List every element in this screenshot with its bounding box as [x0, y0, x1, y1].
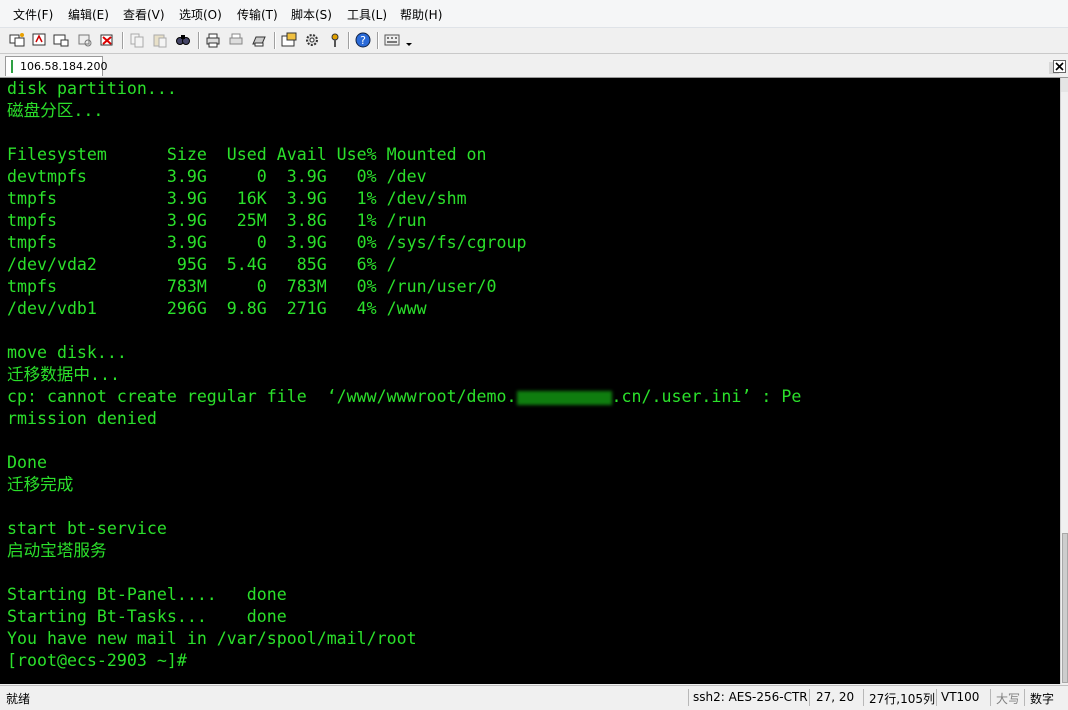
copy-icon[interactable]	[128, 31, 146, 49]
cp-error-suffix: .cn/.user.ini’ : Pe	[611, 387, 802, 406]
terminal-line: tmpfs 3.9G 16K 3.9G 1% /dev/shm	[7, 189, 467, 208]
status-cursor-position: 27, 20	[816, 690, 855, 704]
global-options-icon[interactable]	[303, 31, 321, 49]
status-separator	[936, 689, 937, 706]
cp-error-prefix: cp: cannot create regular file ‘/www/www…	[7, 387, 517, 406]
scrollbar-thumb[interactable]	[1062, 533, 1068, 683]
menu-script[interactable]: 脚本(S)	[291, 6, 332, 23]
menu-transfer[interactable]: 传输(T)	[237, 6, 278, 23]
print-icon[interactable]	[204, 31, 222, 49]
status-separator	[809, 689, 810, 706]
terminal-line: /dev/vda2 95G 5.4G 85G 6% /	[7, 255, 397, 274]
terminal-line: You have new mail in /var/spool/mail/roo…	[7, 629, 417, 648]
print-selection-icon[interactable]	[227, 31, 245, 49]
terminal-line: rmission denied	[7, 409, 157, 428]
help-icon[interactable]: ?	[354, 31, 372, 49]
toolbar-separator	[274, 32, 276, 49]
menu-edit[interactable]: 编辑(E)	[68, 6, 109, 23]
terminal-line: 启动宝塔服务	[7, 541, 107, 560]
terminal-output[interactable]: disk partition... 磁盘分区... Filesystem Siz…	[0, 78, 1060, 684]
keymap-icon[interactable]	[326, 31, 344, 49]
status-separator	[863, 689, 864, 706]
status-ready: 就绪	[6, 692, 31, 706]
menu-tools[interactable]: 工具(L)	[347, 6, 387, 23]
status-separator	[990, 689, 991, 706]
toolbar: ?	[0, 28, 1068, 54]
printer-setup-icon[interactable]	[250, 31, 268, 49]
terminal-line: Starting Bt-Panel.... done	[7, 585, 287, 604]
redacted-domain	[516, 390, 612, 405]
terminal-line: devtmpfs 3.9G 0 3.9G 0% /dev	[7, 167, 427, 186]
keyboard-icon[interactable]	[383, 31, 401, 49]
toolbar-dropdown-icon[interactable]	[404, 31, 414, 49]
connected-indicator	[11, 60, 13, 73]
status-cipher: ssh2: AES-256-CTR	[693, 690, 808, 704]
terminal-line: Filesystem Size Used Avail Use% Mounted …	[7, 145, 487, 164]
toolbar-separator	[377, 32, 379, 49]
terminal-line: /dev/vdb1 296G 9.8G 271G 4% /www	[7, 299, 427, 318]
menu-view[interactable]: 查看(V)	[123, 6, 165, 23]
terminal-line: start bt-service	[7, 519, 167, 538]
menu-file[interactable]: 文件(F)	[13, 6, 53, 23]
status-separator	[1024, 689, 1025, 706]
reconnect-icon[interactable]	[76, 31, 94, 49]
menu-bar: 文件(F) 编辑(E) 查看(V) 选项(O) 传输(T) 脚本(S) 工具(L…	[0, 0, 1068, 28]
menu-help[interactable]: 帮助(H)	[400, 6, 442, 23]
scroll-up-button[interactable]	[1061, 78, 1068, 92]
terminal-prompt[interactable]: [root@ecs-2903 ~]#	[7, 650, 187, 672]
session-tab-label: 106.58.184.200	[20, 60, 108, 73]
terminal-scrollbar[interactable]	[1060, 78, 1068, 684]
session-tab[interactable]: 106.58.184.200	[5, 56, 107, 76]
status-terminal-size: 27行,105列	[869, 692, 935, 706]
terminal-line: tmpfs 3.9G 25M 3.8G 1% /run	[7, 211, 427, 230]
terminal-line: 迁移完成	[7, 475, 74, 494]
status-bar: 就绪 ssh2: AES-256-CTR 27, 20 27行,105列 VT1…	[0, 685, 1068, 710]
terminal-line: 迁移数据中...	[7, 365, 120, 384]
svg-text:?: ?	[360, 34, 366, 47]
toolbar-separator	[348, 32, 350, 49]
menu-options[interactable]: 选项(O)	[179, 6, 222, 23]
toolbar-separator	[122, 32, 124, 49]
terminal-line: Starting Bt-Tasks... done	[7, 607, 287, 626]
connect-icon[interactable]	[8, 31, 26, 49]
status-separator	[688, 689, 689, 706]
terminal-line: tmpfs 3.9G 0 3.9G 0% /sys/fs/cgroup	[7, 233, 527, 252]
status-caps-lock: 大写	[996, 692, 1021, 706]
session-options-icon[interactable]	[280, 31, 298, 49]
terminal-line: disk partition...	[7, 79, 177, 98]
status-terminal-type: VT100	[941, 690, 980, 704]
close-tab-icon[interactable]	[1051, 58, 1068, 75]
terminal-line: tmpfs 783M 0 783M 0% /run/user/0	[7, 277, 497, 296]
terminal-line: Done	[7, 453, 47, 472]
quick-connect-icon[interactable]	[30, 31, 48, 49]
tab-bar: 106.58.184.200	[0, 54, 1068, 78]
find-icon[interactable]	[174, 31, 192, 49]
toolbar-separator	[198, 32, 200, 49]
terminal-error-line: cp: cannot create regular file ‘/www/www…	[7, 386, 801, 408]
disconnect-icon[interactable]	[98, 31, 116, 49]
status-num-lock: 数字	[1030, 692, 1055, 706]
terminal-line: 磁盘分区...	[7, 101, 104, 120]
terminal-line: move disk...	[7, 343, 127, 362]
connect-tab-icon[interactable]	[52, 31, 70, 49]
paste-icon[interactable]	[151, 31, 169, 49]
